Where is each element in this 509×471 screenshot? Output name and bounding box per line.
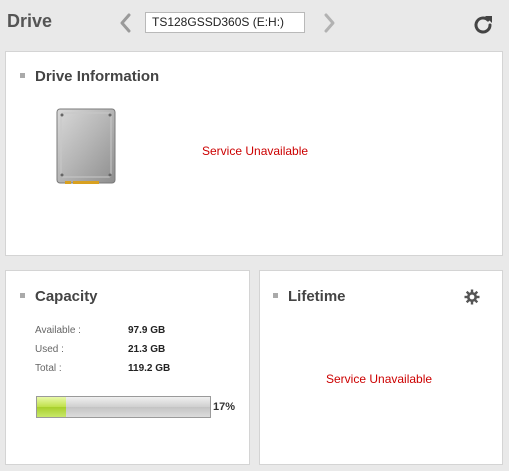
capacity-title: Capacity [35,288,98,305]
drive-information-panel: Drive Information Service Unavailable [5,51,503,256]
drive-information-title: Drive Information [35,68,160,85]
available-label: Available : [35,325,81,336]
lifetime-panel: Lifetime Service Unavailable [259,270,503,465]
lifetime-status: Service Unavailable [326,372,433,386]
next-drive-button[interactable] [320,11,340,35]
available-value: 97.9 GB [128,325,166,336]
total-label: Total : [35,363,62,374]
chevron-left-icon [120,13,131,33]
gear-icon[interactable] [464,289,480,305]
chevron-right-icon [324,13,335,33]
drive-selector[interactable]: TS128GSSD360S (E:H:) [145,12,305,33]
capacity-usage-percent: 17% [213,401,236,413]
drive-info-status: Service Unavailable [202,144,309,158]
ssd-drive-icon [56,108,116,184]
title-bullet [20,293,25,298]
capacity-usage-bar [36,396,211,418]
previous-drive-button[interactable] [115,11,135,35]
total-value: 119.2 GB [128,363,171,374]
title-bullet [20,73,25,78]
refresh-icon [474,16,492,34]
refresh-button[interactable] [471,13,495,37]
capacity-usage-fill [37,397,67,417]
title-bullet [273,293,278,298]
capacity-panel: Capacity Available : 97.9 GB Used : 21.3… [5,270,250,465]
used-value: 21.3 GB [128,344,166,355]
used-label: Used : [35,344,64,355]
page-title: Drive [7,11,53,31]
lifetime-title: Lifetime [288,288,346,305]
top-bar: Drive TS128GSSD360S (E:H:) [0,0,509,48]
